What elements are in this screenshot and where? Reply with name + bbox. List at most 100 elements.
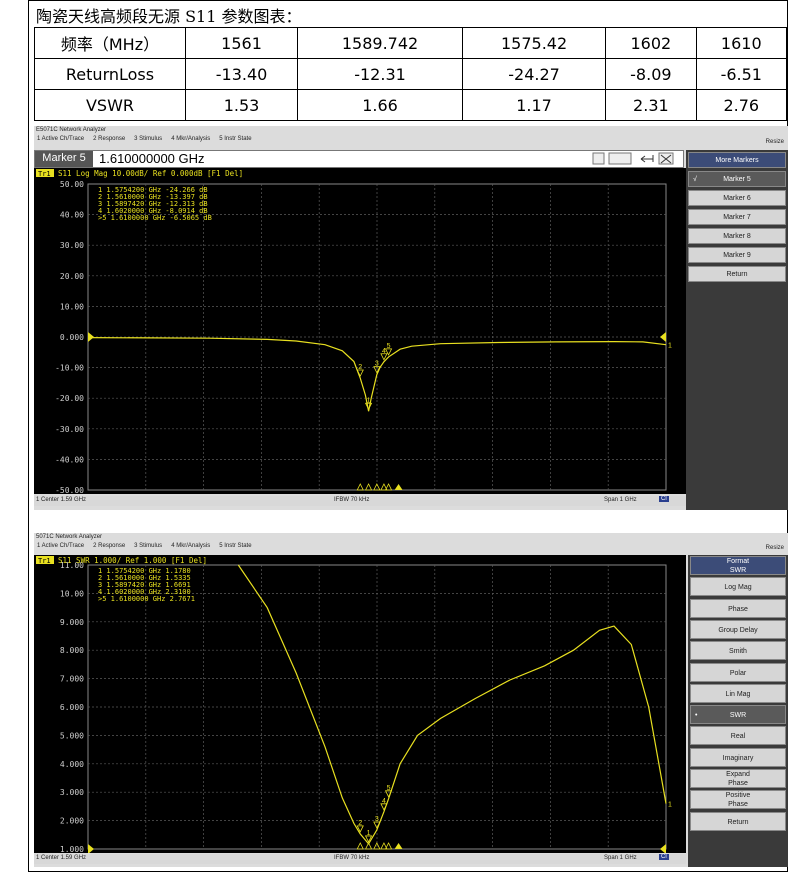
network-analyzer-window-logmag: E5071C Network Analyzer 1 Active Ch/Trac… <box>34 126 788 510</box>
marker-5-label: 5 <box>387 343 391 350</box>
softkey-log-mag[interactable]: Log Mag <box>690 577 786 597</box>
softkey-imaginary[interactable]: Imaginary <box>690 747 786 767</box>
table-cell: 1.17 <box>461 89 607 121</box>
menu-item[interactable]: 4 Mkr/Analysis <box>171 136 210 142</box>
table-cell: -8.09 <box>605 58 697 90</box>
table-cell: -12.31 <box>297 58 463 90</box>
softkey-positive-phase[interactable]: Positive Phase <box>690 790 786 810</box>
marker-position-indicator-icon <box>356 483 364 491</box>
status-span: Span 1 GHz <box>604 497 637 503</box>
menu-item[interactable]: 3 Stimulus <box>134 136 162 142</box>
table-cell: 频率（MHz） <box>34 27 186 59</box>
y-tick-label: 2.000 <box>60 817 84 826</box>
table-row: VSWR 1.53 1.66 1.17 2.31 2.76 <box>34 89 788 121</box>
selected-dot-icon: • <box>695 712 698 720</box>
marker-3-label: 3 <box>375 816 379 823</box>
y-tick-label: 10.00 <box>60 302 84 311</box>
status-bar: 1 Center 1.59 GHz IFBW 70 kHz Span 1 GHz… <box>34 854 686 864</box>
status-center: 1 Center 1.59 GHz <box>36 855 87 861</box>
softkey-panel: More Markers √ Marker 5 Marker 6 Marker 7… <box>686 150 788 510</box>
marker-3-label: 3 <box>375 361 379 368</box>
marker-entry-bar[interactable]: Marker 5 1.610000000 GHz <box>34 150 684 168</box>
marker-entry-label: Marker 5 <box>35 151 93 167</box>
trace-s11 <box>237 564 667 845</box>
marker-position-indicator-icon <box>356 842 364 850</box>
trace-header: S11 SWR 1.000/ Ref 1.000 [F1 Del] <box>58 556 207 565</box>
marker-entry-value[interactable]: 1.610000000 GHz <box>99 151 205 166</box>
status-ifbw: IFBW 70 kHz <box>334 855 370 861</box>
y-tick-label: 8.000 <box>60 646 84 655</box>
y-tick-label: 50.00 <box>60 180 84 189</box>
menu-bar: 1 Active Ch/Trace 2 Response 3 Stimulus 4 M… <box>34 136 788 142</box>
table-cell: 1575.42 <box>461 27 607 59</box>
entry-controls-icon[interactable] <box>591 152 681 166</box>
marker-1-label: 1 <box>367 830 371 837</box>
softkey-marker-7[interactable]: Marker 7 <box>688 209 786 225</box>
table-cell: 2.76 <box>695 89 788 121</box>
table-cell: 1.66 <box>297 89 463 121</box>
table-cell: 1610 <box>695 27 788 59</box>
table-cell: ReturnLoss <box>34 58 186 90</box>
softkey-marker-8[interactable]: Marker 8 <box>688 228 786 244</box>
marker-4-label: 4 <box>382 798 386 805</box>
trace-end-label: 1 <box>668 343 672 350</box>
active-marker-indicator-icon <box>394 843 403 849</box>
softkey-panel: Format SWR Log Mag Phase Group Delay Smith Po… <box>688 555 788 867</box>
status-span: Span 1 GHz <box>604 855 637 861</box>
y-tick-label: -50.00 <box>55 486 84 494</box>
resize-button[interactable]: Resize <box>766 139 784 145</box>
y-tick-label: -20.00 <box>55 394 84 403</box>
marker-position-indicator-icon <box>364 483 373 491</box>
resize-button[interactable]: Resize <box>766 545 784 551</box>
trace-end-label: 1 <box>668 802 672 809</box>
softkey-marker-6[interactable]: Marker 6 <box>688 190 786 206</box>
softkey-phase[interactable]: Phase <box>690 598 786 618</box>
active-marker-indicator-icon <box>394 484 403 490</box>
softkey-swr[interactable]: SWR • <box>690 705 786 725</box>
table-row: ReturnLoss -13.40 -12.31 -24.27 -8.09 -6… <box>34 58 788 90</box>
softkey-group-delay[interactable]: Group Delay <box>690 619 786 639</box>
marker-1-label: 1 <box>367 397 371 404</box>
softkey-polar[interactable]: Polar <box>690 662 786 682</box>
softkey-format-swr[interactable]: Format SWR <box>690 556 786 575</box>
menu-item[interactable]: 1 Active Ch/Trace <box>37 543 84 549</box>
ref-arrow-left-icon <box>88 844 94 853</box>
y-tick-label: 10.00 <box>60 589 84 598</box>
menu-item[interactable]: 3 Stimulus <box>134 543 162 549</box>
softkey-lin-mag[interactable]: Lin Mag <box>690 683 786 703</box>
softkey-real[interactable]: Real <box>690 726 786 746</box>
trace-label: Tr1 <box>38 557 51 565</box>
y-tick-label: 6.000 <box>60 703 84 712</box>
y-tick-label: 0.000 <box>60 333 84 342</box>
menu-item[interactable]: 1 Active Ch/Trace <box>37 136 84 142</box>
softkey-marker-9[interactable]: Marker 9 <box>688 247 786 263</box>
softkey-return[interactable]: Return <box>688 266 786 282</box>
y-tick-label: 9.000 <box>60 618 84 627</box>
softkey-more-markers[interactable]: More Markers <box>688 152 786 168</box>
menu-item[interactable]: 5 Instr State <box>219 136 251 142</box>
menu-item[interactable]: 5 Instr State <box>219 543 251 549</box>
chart-svg: 50.00 40.00 30.00 20.00 10.00 0.000 -10.00 -20.… <box>36 169 672 494</box>
status-bar: 1 Center 1.59 GHz IFBW 70 kHz Span 1 GHz… <box>34 496 686 506</box>
y-tick-label: 3.000 <box>60 788 84 797</box>
table-cell: 1602 <box>605 27 697 59</box>
cal-badge: Cl <box>659 854 669 860</box>
table-cell: 1.53 <box>184 89 299 121</box>
softkey-marker-5[interactable]: √ Marker 5 <box>688 171 786 187</box>
check-icon: √ <box>693 176 697 183</box>
menu-item[interactable]: 2 Response <box>93 543 125 549</box>
softkey-smith[interactable]: Smith <box>690 641 786 661</box>
table-cell: 1589.742 <box>297 27 463 59</box>
y-tick-label: 7.000 <box>60 675 84 684</box>
menu-item[interactable]: 4 Mkr/Analysis <box>171 543 210 549</box>
softkey-expand-phase[interactable]: Expand Phase <box>690 769 786 788</box>
table-header-row: 频率（MHz） 1561 1589.742 1575.42 1602 1610 <box>34 27 788 59</box>
ref-arrow-right-icon <box>660 844 666 853</box>
y-tick-label: 30.00 <box>60 241 84 250</box>
softkey-return[interactable]: Return <box>690 811 786 831</box>
y-tick-label: -30.00 <box>55 425 84 434</box>
menu-bar: 1 Active Ch/Trace 2 Response 3 Stimulus 4 M… <box>34 543 788 549</box>
y-tick-label: 1.000 <box>60 845 84 853</box>
menu-item[interactable]: 2 Response <box>93 136 125 142</box>
marker-readout-row: >5 1.6100000 GHz -6.5065 dB <box>98 214 212 222</box>
